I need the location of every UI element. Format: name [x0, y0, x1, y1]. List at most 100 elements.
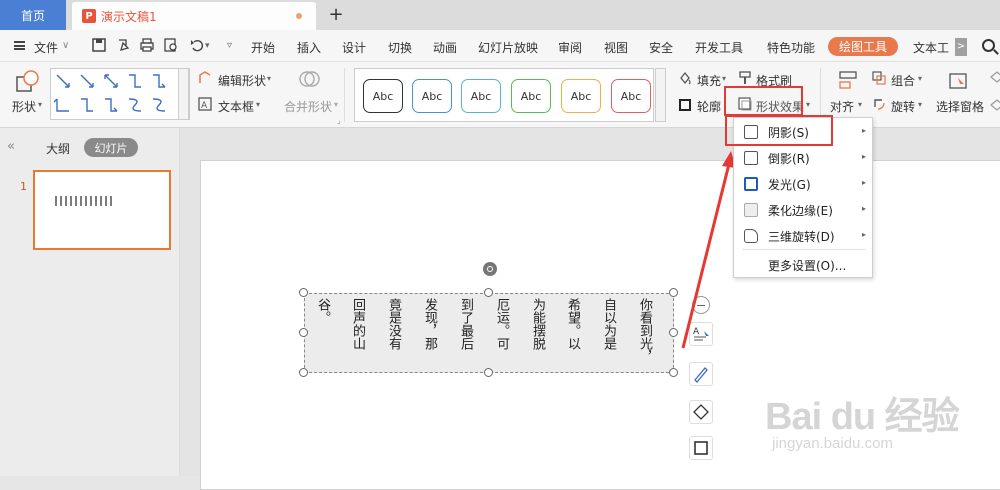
- resize-handle-bl[interactable]: [299, 368, 308, 377]
- style-gallery-scroll[interactable]: [655, 68, 666, 122]
- style-sample-3[interactable]: Abc: [461, 79, 501, 113]
- pen-button[interactable]: [689, 362, 713, 386]
- customize-toolbar-icon[interactable]: ▿: [227, 40, 232, 51]
- menu-start[interactable]: 开始: [251, 39, 275, 56]
- style-sample-6[interactable]: Abc: [611, 79, 651, 113]
- style-sample-5[interactable]: Abc: [561, 79, 601, 113]
- more-ribbon-icon-2[interactable]: [990, 98, 1000, 112]
- selection-pane-button[interactable]: 选择窗格: [936, 98, 984, 115]
- edit-shape-button[interactable]: 编辑形状: [218, 72, 266, 89]
- shape-gallery-scroll[interactable]: [178, 68, 189, 120]
- shape-gallery[interactable]: [50, 68, 190, 120]
- textbox-button[interactable]: 文本框: [218, 98, 254, 115]
- output-icon[interactable]: [116, 38, 130, 52]
- menu-features[interactable]: 特色功能: [767, 39, 815, 56]
- menu-transition[interactable]: 切换: [388, 39, 412, 56]
- menu-insert[interactable]: 插入: [297, 39, 321, 56]
- tab-drawing-tools[interactable]: 绘图工具: [828, 37, 898, 56]
- tab-slides[interactable]: 幻灯片: [84, 138, 138, 157]
- shape-button-label[interactable]: 形状: [12, 98, 36, 115]
- fill-bucket-icon: [693, 404, 709, 420]
- vertical-textbox[interactable]: 你看到光， 自以为是 希望。以 为能摆脱 厄运。可 到了最后 发现，那 竟是没有…: [304, 293, 674, 373]
- baidu-watermark: Bai du 经验 jingyan.baidu.com: [760, 385, 1000, 465]
- textbox-dropdown-icon[interactable]: ▾: [256, 100, 260, 109]
- resize-handle-b[interactable]: [484, 368, 493, 377]
- menu-file[interactable]: 文件: [34, 39, 58, 56]
- slide-thumbnail[interactable]: [33, 170, 171, 250]
- more-ribbon-icon[interactable]: [990, 70, 1000, 84]
- rotate-icon: [874, 99, 885, 110]
- resize-handle-l[interactable]: [299, 328, 308, 337]
- undo-dropdown-icon[interactable]: ▾: [205, 41, 210, 51]
- more-tabs-button[interactable]: >: [955, 38, 967, 56]
- menu-view[interactable]: 视图: [604, 39, 628, 56]
- menu-security[interactable]: 安全: [649, 39, 673, 56]
- search-icon[interactable]: [982, 39, 995, 52]
- fill-dropdown-icon[interactable]: ▾: [722, 74, 726, 83]
- print-preview-icon[interactable]: [164, 38, 178, 52]
- rotate-handle[interactable]: [483, 262, 497, 276]
- shape-effect-dropdown-icon[interactable]: ▾: [806, 100, 810, 109]
- 3d-rotate-icon: [744, 229, 758, 243]
- edit-shape-dropdown-icon[interactable]: ▾: [267, 74, 271, 83]
- style-sample-1[interactable]: Abc: [363, 79, 403, 113]
- undo-icon[interactable]: [190, 38, 204, 52]
- menu-item-soft-edge[interactable]: 柔化边缘(E) ▸: [734, 198, 874, 222]
- submenu-arrow-icon: ▸: [861, 178, 866, 187]
- style-sample-2[interactable]: Abc: [412, 79, 452, 113]
- rotate-dropdown-icon[interactable]: ▾: [918, 100, 922, 109]
- fill-icon: [680, 71, 691, 85]
- svg-text:A: A: [693, 327, 700, 337]
- menu-design[interactable]: 设计: [342, 39, 366, 56]
- resize-handle-br[interactable]: [669, 368, 678, 377]
- menu-item-glow[interactable]: 发光(G) ▸: [734, 172, 874, 196]
- resize-handle-t[interactable]: [484, 288, 493, 297]
- menu-slideshow[interactable]: 幻灯片放映: [478, 39, 538, 56]
- align-button[interactable]: 对齐: [830, 98, 854, 115]
- menu-review[interactable]: 审阅: [558, 39, 582, 56]
- fill-button[interactable]: 填充: [697, 72, 721, 89]
- file-dropdown-icon[interactable]: ∨: [62, 40, 69, 51]
- text-column-7: 发现，那: [422, 298, 437, 350]
- tab-document[interactable]: P 演示文稿1: [72, 2, 316, 30]
- dialog-launcher-icon[interactable]: ⌟: [337, 116, 341, 125]
- fill-bucket-button[interactable]: [689, 400, 713, 424]
- shape-dropdown-icon[interactable]: ▾: [38, 100, 42, 109]
- tab-home[interactable]: 首页: [0, 0, 66, 30]
- tab-outline[interactable]: 大纲: [46, 140, 70, 157]
- collapse-toolbar-icon[interactable]: [692, 296, 710, 314]
- border-button[interactable]: [689, 436, 713, 460]
- collapse-panel-icon[interactable]: «: [7, 139, 15, 154]
- hamburger-icon[interactable]: [14, 41, 25, 50]
- tab-text-tools[interactable]: 文本工: [913, 39, 949, 56]
- resize-handle-r[interactable]: [669, 328, 678, 337]
- new-tab-button[interactable]: +: [326, 4, 346, 26]
- menu-separator: [742, 249, 866, 250]
- menu-item-reflection[interactable]: 倒影(R) ▸: [734, 146, 874, 170]
- resize-handle-tr[interactable]: [669, 288, 678, 297]
- submenu-arrow-icon: ▸: [861, 204, 866, 213]
- menu-item-3d-rotate[interactable]: 三维旋转(D) ▸: [734, 224, 874, 248]
- save-icon[interactable]: [92, 38, 106, 52]
- edit-shape-icon: [199, 71, 211, 83]
- thumbnail-text: [55, 196, 115, 206]
- style-sample-4[interactable]: Abc: [511, 79, 551, 113]
- style-gallery[interactable]: Abc Abc Abc Abc Abc Abc: [354, 68, 654, 122]
- menu-developer[interactable]: 开发工具: [695, 39, 743, 56]
- align-dropdown-icon[interactable]: ▾: [858, 100, 862, 109]
- menu-animation[interactable]: 动画: [433, 39, 457, 56]
- resize-handle-tl[interactable]: [299, 288, 308, 297]
- merge-shape-icon: [299, 71, 320, 87]
- rotate-button[interactable]: 旋转: [891, 98, 915, 115]
- text-column-2: 自以为是: [601, 298, 616, 350]
- menu-item-more-settings[interactable]: 更多设置(O)...: [734, 253, 874, 277]
- text-layout-icon: A: [693, 327, 709, 341]
- reflection-icon: [744, 151, 758, 165]
- text-layout-button[interactable]: A: [689, 322, 713, 346]
- print-icon[interactable]: [140, 38, 154, 52]
- group-dropdown-icon[interactable]: ▾: [918, 74, 922, 83]
- shape-icon[interactable]: [14, 68, 42, 96]
- group-button[interactable]: 组合: [891, 72, 915, 89]
- slide-number: 1: [20, 180, 27, 193]
- outline-button[interactable]: 轮廓: [697, 98, 721, 115]
